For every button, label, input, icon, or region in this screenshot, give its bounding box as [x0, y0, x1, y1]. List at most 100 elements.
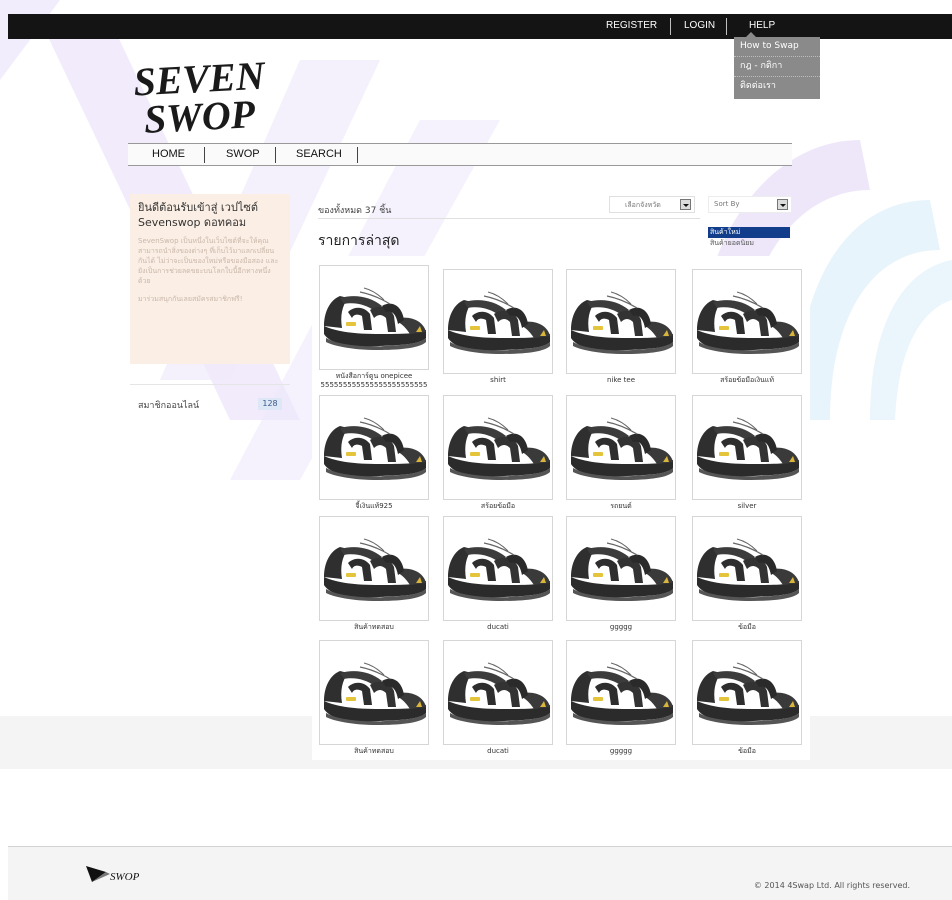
product-name[interactable]: ข้อมือ — [692, 747, 802, 756]
product-image[interactable] — [566, 640, 676, 745]
caret-up-icon — [746, 32, 756, 37]
product-name[interactable]: shirt — [443, 376, 553, 385]
welcome-signup-text: มาร่วมสนุกกันเลยสมัครสมาชิกฟรี! — [138, 295, 243, 303]
nav-swop[interactable]: SWOP — [226, 148, 260, 160]
sevenswop-logo[interactable]: SEVEN SWOP — [130, 48, 270, 140]
product-name[interactable]: nike tee — [566, 376, 676, 385]
sort-option-newest[interactable]: สินค้าใหม่ — [708, 227, 790, 238]
product-image[interactable] — [443, 640, 553, 745]
product-name[interactable]: ggggg — [566, 747, 676, 756]
sandal-icon — [696, 417, 800, 481]
product-name[interactable]: จี้เงินแท้925 — [319, 502, 429, 511]
product-name[interactable]: รถยนต์ — [566, 502, 676, 511]
product-image[interactable] — [319, 640, 429, 745]
product-name[interactable]: หนังสือการ์ตูน onepicee 5555555555555555… — [319, 372, 429, 390]
welcome-title: ยินดีต้อนรับเข้าสู่ เวปไซต์ Sevenswop ดอ… — [138, 201, 258, 229]
help-menu-contact[interactable]: ติดต่อเรา — [734, 77, 820, 97]
product-card[interactable]: สินค้าทดสอบ — [319, 640, 429, 756]
sandal-icon — [447, 662, 551, 726]
help-link[interactable]: HELP — [749, 20, 775, 31]
product-image[interactable] — [692, 640, 802, 745]
footer: SWOP © 2014 4Swap Ltd. All rights reserv… — [8, 846, 952, 900]
sandal-icon — [323, 662, 427, 726]
product-card[interactable]: silver — [692, 395, 802, 511]
product-name[interactable]: สร้อยข้อมือ — [443, 502, 553, 511]
product-card[interactable]: shirt — [443, 269, 553, 385]
sandal-icon — [570, 417, 674, 481]
footer-logo[interactable]: SWOP — [86, 862, 166, 886]
product-name[interactable]: สร้อยข้อมือเงินแท้ — [692, 376, 802, 385]
product-image[interactable] — [319, 516, 429, 621]
welcome-body: SevenSwop เป็นหนึ่งในเว็บไซต์ที่จะให้คุณ… — [138, 237, 279, 285]
product-image[interactable] — [566, 269, 676, 374]
product-name[interactable]: ducati — [443, 747, 553, 756]
sandal-icon — [570, 662, 674, 726]
nav-separator — [204, 147, 205, 163]
product-image[interactable] — [319, 265, 429, 370]
product-image[interactable] — [443, 395, 553, 500]
footer-logo-text: SWOP — [110, 871, 140, 883]
product-image[interactable] — [692, 395, 802, 500]
product-card[interactable]: ggggg — [566, 516, 676, 632]
sort-select-value: Sort By — [714, 200, 740, 208]
nav-separator — [357, 147, 358, 163]
product-name[interactable]: silver — [692, 502, 802, 511]
top-bar: REGISTER LOGIN HELP — [8, 14, 952, 39]
product-card[interactable]: ducati — [443, 516, 553, 632]
sandal-icon — [696, 291, 800, 355]
product-card[interactable]: nike tee — [566, 269, 676, 385]
login-link[interactable]: LOGIN — [684, 20, 715, 31]
sandal-icon — [323, 538, 427, 602]
help-menu-how-to-swap[interactable]: How to Swap — [734, 37, 820, 57]
product-card[interactable]: ข้อมือ — [692, 640, 802, 756]
sort-option-popular[interactable]: สินค้ายอดนิยม — [708, 238, 790, 249]
province-select[interactable]: เลือกจังหวัด — [609, 196, 695, 213]
product-name[interactable]: สินค้าทดสอบ — [319, 747, 429, 756]
product-card[interactable]: หนังสือการ์ตูน onepicee 5555555555555555… — [319, 265, 429, 390]
nav-search[interactable]: SEARCH — [296, 148, 342, 160]
sandal-icon — [323, 287, 427, 351]
logo-text-line2: SWOP — [143, 91, 257, 140]
product-image[interactable] — [443, 516, 553, 621]
latest-items-title: รายการล่าสุด — [318, 233, 400, 249]
topbar-separator — [670, 18, 671, 35]
divider — [130, 384, 290, 385]
product-image[interactable] — [566, 516, 676, 621]
main-nav: HOME SWOP SEARCH — [128, 143, 792, 166]
chevron-down-icon[interactable] — [680, 199, 691, 210]
sandal-icon — [447, 538, 551, 602]
product-card[interactable]: สร้อยข้อมือ — [443, 395, 553, 511]
sandal-icon — [570, 291, 674, 355]
product-image[interactable] — [692, 516, 802, 621]
product-card[interactable]: รถยนต์ — [566, 395, 676, 511]
product-name[interactable]: ducati — [443, 623, 553, 632]
register-link[interactable]: REGISTER — [606, 20, 657, 31]
product-card[interactable]: สินค้าทดสอบ — [319, 516, 429, 632]
members-online-count: 128 — [258, 398, 282, 410]
sandal-icon — [323, 417, 427, 481]
product-card[interactable]: จี้เงินแท้925 — [319, 395, 429, 511]
product-name[interactable]: ข้อมือ — [692, 623, 802, 632]
sandal-icon — [696, 538, 800, 602]
sandal-icon — [570, 538, 674, 602]
sort-options-list: สินค้าใหม่ สินค้ายอดนิยม — [708, 227, 790, 249]
members-online-label: สมาชิกออนไลน์ — [138, 401, 200, 411]
product-image[interactable] — [443, 269, 553, 374]
product-image[interactable] — [566, 395, 676, 500]
product-card[interactable]: สร้อยข้อมือเงินแท้ — [692, 269, 802, 385]
chevron-down-icon[interactable] — [777, 199, 788, 210]
nav-separator — [275, 147, 276, 163]
sandal-icon — [696, 662, 800, 726]
help-dropdown-menu: How to Swap กฎ - กติกา ติดต่อเรา — [734, 32, 820, 99]
divider — [318, 218, 700, 219]
product-name[interactable]: ggggg — [566, 623, 676, 632]
product-card[interactable]: ggggg — [566, 640, 676, 756]
sort-select[interactable]: Sort By — [708, 196, 792, 213]
product-card[interactable]: ducati — [443, 640, 553, 756]
product-name[interactable]: สินค้าทดสอบ — [319, 623, 429, 632]
product-image[interactable] — [319, 395, 429, 500]
help-menu-rules[interactable]: กฎ - กติกา — [734, 57, 820, 77]
product-card[interactable]: ข้อมือ — [692, 516, 802, 632]
nav-home[interactable]: HOME — [152, 148, 185, 160]
product-image[interactable] — [692, 269, 802, 374]
